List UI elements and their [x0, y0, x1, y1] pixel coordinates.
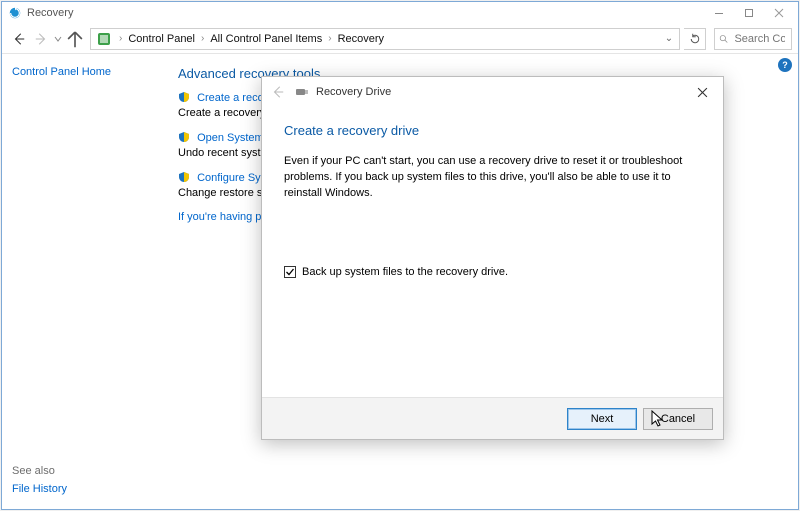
dialog-crumb: Recovery Drive	[316, 86, 391, 98]
cancel-button-label: Cancel	[661, 413, 695, 425]
dialog-back-button[interactable]	[268, 82, 288, 102]
chevron-right-icon: ›	[115, 33, 126, 44]
dialog-body: Create a recovery drive Even if your PC …	[262, 107, 723, 397]
titlebar: Recovery	[2, 2, 798, 24]
search-icon	[719, 33, 728, 45]
help-icon[interactable]: ?	[778, 58, 792, 72]
next-button[interactable]: Next	[567, 408, 637, 430]
nav-history-dropdown[interactable]	[52, 35, 64, 43]
control-panel-home-link[interactable]: Control Panel Home	[12, 66, 152, 78]
control-panel-icon	[96, 31, 112, 47]
address-dropdown[interactable]: ⌄	[661, 33, 677, 44]
window-title: Recovery	[27, 7, 73, 19]
next-button-label: Next	[591, 413, 614, 425]
window-controls	[704, 3, 794, 23]
dialog-titlebar: Recovery Drive	[262, 77, 723, 107]
breadcrumb-item[interactable]: All Control Panel Items	[208, 33, 324, 45]
recovery-app-icon	[8, 6, 22, 20]
recovery-drive-dialog: Recovery Drive Create a recovery drive E…	[261, 76, 724, 440]
search-input[interactable]	[732, 32, 787, 46]
dialog-title: Create a recovery drive	[284, 123, 701, 138]
usb-drive-icon	[294, 84, 310, 100]
minimize-button[interactable]	[704, 3, 734, 23]
backup-checkbox-row[interactable]: Back up system files to the recovery dri…	[284, 266, 701, 278]
navbar: › Control Panel › All Control Panel Item…	[2, 24, 798, 54]
dialog-close-button[interactable]	[685, 81, 719, 103]
dialog-footer: Next Cancel	[262, 397, 723, 439]
nav-forward-button[interactable]	[30, 28, 52, 50]
maximize-button[interactable]	[734, 3, 764, 23]
chevron-right-icon: ›	[324, 33, 335, 44]
shield-icon	[178, 174, 190, 186]
sidebar: Control Panel Home See also File History	[2, 54, 162, 509]
nav-up-button[interactable]	[64, 28, 86, 50]
see-also-file-history-link[interactable]: File History	[12, 483, 67, 495]
search-box[interactable]	[714, 28, 792, 50]
nav-back-button[interactable]	[8, 28, 30, 50]
refresh-button[interactable]	[684, 28, 706, 50]
see-also-label: See also	[12, 465, 67, 477]
backup-checkbox-label: Back up system files to the recovery dri…	[302, 266, 508, 278]
address-bar[interactable]: › Control Panel › All Control Panel Item…	[90, 28, 680, 50]
shield-icon	[178, 94, 190, 106]
backup-checkbox[interactable]	[284, 266, 296, 278]
cancel-button[interactable]: Cancel	[643, 408, 713, 430]
close-button[interactable]	[764, 3, 794, 23]
shield-icon	[178, 134, 190, 146]
breadcrumb-item[interactable]: Control Panel	[126, 33, 197, 45]
breadcrumb-item[interactable]: Recovery	[336, 33, 386, 45]
dialog-description: Even if your PC can't start, you can use…	[284, 154, 694, 202]
chevron-right-icon: ›	[197, 33, 208, 44]
